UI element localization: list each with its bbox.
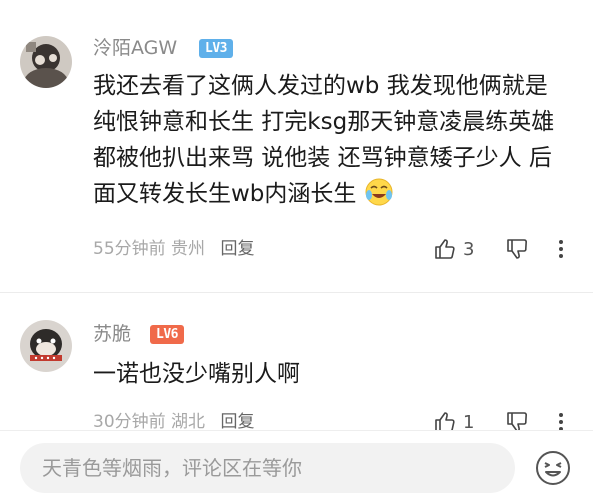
comment-item: 苏脆 LV6 一诺也没少嘴别人啊 30分钟前 湖北 回复 1 [0,292,593,433]
comment-composer-bar: 天青色等烟雨，评论区在等你 [0,430,593,500]
avatar[interactable] [20,36,72,88]
reply-button[interactable]: 回复 [220,412,254,432]
dislike-button[interactable] [505,234,529,264]
comment-meta: 55分钟前 贵州 回复 [93,238,254,260]
location: 湖北 [171,412,206,432]
username[interactable]: 苏脆 [93,322,131,346]
smiley-icon [533,448,573,488]
emoji-button[interactable] [533,448,573,488]
comment-text: 一诺也没少嘴别人啊 [93,361,300,387]
avatar[interactable] [20,320,72,372]
level-badge: LV6 [150,325,184,344]
thumbs-down-icon [505,237,529,261]
timestamp: 30分钟前 [93,412,166,432]
comment-text: 我还去看了这俩人发过的wb 我发现他俩就是纯恨钟意和长生 打完ksg那天钟意凌晨… [93,73,555,207]
like-button[interactable]: 3 [433,234,474,264]
more-vertical-icon [553,237,569,261]
timestamp: 55分钟前 [93,239,166,259]
thumbs-up-icon [433,237,457,261]
comment-actions: 3 [393,234,593,264]
comment-input[interactable]: 天青色等烟雨，评论区在等你 [20,443,515,493]
more-options-button[interactable] [553,234,569,264]
level-badge: LV3 [199,39,233,58]
like-count: 3 [463,238,475,260]
crying-laughing-emoji-icon [364,177,394,207]
comment-item: 泠陌AGW LV3 我还去看了这俩人发过的wb 我发现他俩就是纯恨钟意和长生 打… [0,0,593,290]
reply-button[interactable]: 回复 [220,239,254,259]
username[interactable]: 泠陌AGW [93,36,177,60]
location: 贵州 [171,239,206,259]
